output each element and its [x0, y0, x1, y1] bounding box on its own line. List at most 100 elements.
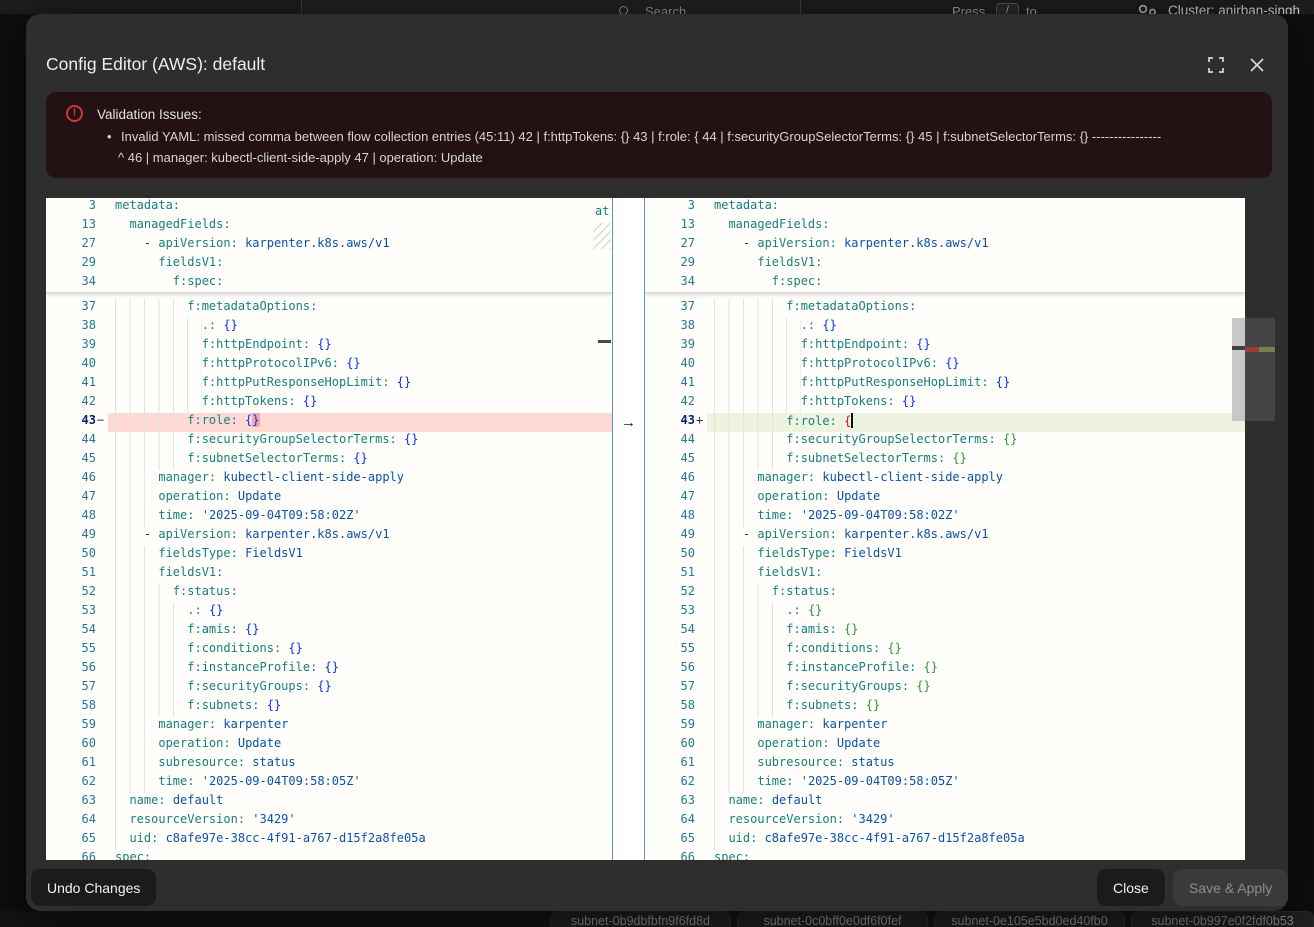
code-line[interactable]: 52 f:status: — [645, 584, 1245, 603]
code-line[interactable]: 65 uid: c8afe97e-38cc-4f91-a767-d15f2a8f… — [46, 831, 612, 850]
line-content[interactable]: f:conditions: {} — [108, 641, 612, 660]
sticky-line[interactable]: 3metadata: — [645, 198, 1245, 217]
line-number[interactable]: 43+ — [645, 413, 707, 432]
line-number[interactable]: 56 — [46, 660, 108, 679]
line-content[interactable]: f:subnets: {} — [707, 698, 1245, 717]
code-line[interactable]: 54 f:amis: {} — [645, 622, 1245, 641]
line-number[interactable]: 54 — [46, 622, 108, 641]
code-line[interactable]: 48 time: '2025-09-04T09:58:02Z' — [645, 508, 1245, 527]
line-content[interactable]: f:spec: — [108, 274, 612, 293]
code-line[interactable]: 38 .: {} — [645, 318, 1245, 337]
line-content[interactable]: f:amis: {} — [108, 622, 612, 641]
line-number[interactable]: 60 — [645, 736, 707, 755]
diff-modified-editor[interactable]: 3metadata:13 managedFields:27 - apiVersi… — [645, 198, 1245, 860]
table-cell-subnet[interactable]: subnet-0b997e0f2fdf0b53 — [1131, 911, 1314, 927]
code-line[interactable]: 46 manager: kubectl-client-side-apply — [645, 470, 1245, 489]
line-number[interactable]: 48 — [645, 508, 707, 527]
line-number[interactable]: 66 — [46, 850, 108, 860]
code-line[interactable]: 60 operation: Update — [46, 736, 612, 755]
line-number[interactable]: 65 — [46, 831, 108, 850]
code-line[interactable]: 49 - apiVersion: karpenter.k8s.aws/v1 — [46, 527, 612, 546]
save-apply-button[interactable]: Save & Apply — [1173, 869, 1288, 906]
line-content[interactable]: f:role: {} — [108, 413, 612, 432]
code-line[interactable]: 65 uid: c8afe97e-38cc-4f91-a767-d15f2a8f… — [645, 831, 1245, 850]
line-number[interactable]: 58 — [645, 698, 707, 717]
line-number[interactable]: 41 — [46, 375, 108, 394]
line-content[interactable]: f:subnetSelectorTerms: {} — [108, 451, 612, 470]
line-content[interactable]: f:instanceProfile: {} — [707, 660, 1245, 679]
sticky-line[interactable]: 34 f:spec: — [46, 274, 612, 293]
code-line[interactable]: 51 fieldsV1: — [46, 565, 612, 584]
code-line[interactable]: 40 f:httpProtocolIPv6: {} — [645, 356, 1245, 375]
line-content[interactable]: - apiVersion: karpenter.k8s.aws/v1 — [707, 527, 1245, 546]
line-content[interactable]: f:amis: {} — [707, 622, 1245, 641]
line-content[interactable]: f:securityGroups: {} — [108, 679, 612, 698]
line-content[interactable]: f:role: { — [707, 413, 1245, 432]
line-number[interactable]: 57 — [46, 679, 108, 698]
sticky-line[interactable]: 27 - apiVersion: karpenter.k8s.aws/v1 — [645, 236, 1245, 255]
code-line[interactable]: 66spec: — [645, 850, 1245, 860]
diff-overview-ruler[interactable] — [1245, 198, 1275, 860]
code-line[interactable]: 56 f:instanceProfile: {} — [645, 660, 1245, 679]
sticky-line[interactable]: 29 fieldsV1: — [645, 255, 1245, 274]
code-line[interactable]: 59 manager: karpenter — [46, 717, 612, 736]
line-content[interactable]: fieldsType: FieldsV1 — [108, 546, 612, 565]
line-content[interactable]: f:httpPutResponseHopLimit: {} — [108, 375, 612, 394]
line-number[interactable]: 39 — [645, 337, 707, 356]
code-line[interactable]: 64 resourceVersion: '3429' — [645, 812, 1245, 831]
line-content[interactable]: resourceVersion: '3429' — [108, 812, 612, 831]
line-number[interactable]: 39 — [46, 337, 108, 356]
line-number[interactable]: 43− — [46, 413, 108, 432]
code-line[interactable]: 39 f:httpEndpoint: {} — [46, 337, 612, 356]
line-number[interactable]: 57 — [645, 679, 707, 698]
code-line[interactable]: 66spec: — [46, 850, 612, 860]
line-number[interactable]: 66 — [645, 850, 707, 860]
code-line[interactable]: 41 f:httpPutResponseHopLimit: {} — [645, 375, 1245, 394]
line-content[interactable]: metadata: — [707, 198, 1245, 217]
line-number[interactable]: 53 — [645, 603, 707, 622]
line-content[interactable]: resourceVersion: '3429' — [707, 812, 1245, 831]
code-line[interactable]: 42 f:httpTokens: {} — [46, 394, 612, 413]
undo-changes-button[interactable]: Undo Changes — [31, 869, 156, 906]
line-number[interactable]: 40 — [46, 356, 108, 375]
line-content[interactable]: f:httpTokens: {} — [108, 394, 612, 413]
line-content[interactable]: name: default — [707, 793, 1245, 812]
code-line[interactable]: 59 manager: karpenter — [645, 717, 1245, 736]
line-number[interactable]: 56 — [645, 660, 707, 679]
sticky-line[interactable]: 3metadata: — [46, 198, 612, 217]
line-content[interactable]: f:spec: — [707, 274, 1245, 293]
line-content[interactable]: f:subnetSelectorTerms: {} — [707, 451, 1245, 470]
code-line[interactable]: 55 f:conditions: {} — [645, 641, 1245, 660]
line-number[interactable]: 29 — [46, 255, 108, 274]
line-content[interactable]: operation: Update — [108, 736, 612, 755]
line-number[interactable]: 47 — [645, 489, 707, 508]
line-number[interactable]: 3 — [46, 198, 108, 217]
line-content[interactable]: f:instanceProfile: {} — [108, 660, 612, 679]
line-content[interactable]: manager: kubectl-client-side-apply — [108, 470, 612, 489]
line-number[interactable]: 13 — [645, 217, 707, 236]
code-line[interactable]: 44 f:securityGroupSelectorTerms: {} — [645, 432, 1245, 451]
line-number[interactable]: 44 — [645, 432, 707, 451]
line-content[interactable]: f:httpProtocolIPv6: {} — [108, 356, 612, 375]
sticky-line[interactable]: 13 managedFields: — [46, 217, 612, 236]
line-number[interactable]: 55 — [645, 641, 707, 660]
line-number[interactable]: 51 — [46, 565, 108, 584]
sticky-line[interactable]: 27 - apiVersion: karpenter.k8s.aws/v1 — [46, 236, 612, 255]
code-line[interactable]: 56 f:instanceProfile: {} — [46, 660, 612, 679]
line-content[interactable]: f:status: — [707, 584, 1245, 603]
line-number[interactable]: 65 — [645, 831, 707, 850]
code-line[interactable]: 37 f:metadataOptions: — [645, 299, 1245, 318]
line-number[interactable]: 53 — [46, 603, 108, 622]
line-content[interactable]: f:httpEndpoint: {} — [108, 337, 612, 356]
line-number[interactable]: 55 — [46, 641, 108, 660]
code-line[interactable]: 38 .: {} — [46, 318, 612, 337]
sticky-line[interactable]: 34 f:spec: — [645, 274, 1245, 293]
code-line[interactable]: 49 - apiVersion: karpenter.k8s.aws/v1 — [645, 527, 1245, 546]
code-line[interactable]: 61 subresource: status — [46, 755, 612, 774]
code-line[interactable]: 50 fieldsType: FieldsV1 — [645, 546, 1245, 565]
line-number[interactable]: 48 — [46, 508, 108, 527]
code-line[interactable]: 57 f:securityGroups: {} — [645, 679, 1245, 698]
code-line[interactable]: 43+ f:role: { — [645, 413, 1245, 432]
line-content[interactable]: uid: c8afe97e-38cc-4f91-a767-d15f2a8fe05… — [707, 831, 1245, 850]
line-content[interactable]: subresource: status — [108, 755, 612, 774]
